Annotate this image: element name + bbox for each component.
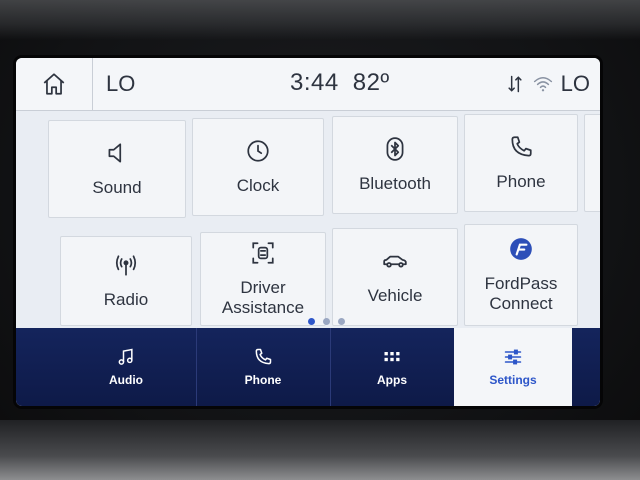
tile-partial	[584, 114, 600, 212]
nav-label: Phone	[244, 373, 282, 387]
nav-label: Apps	[377, 373, 407, 387]
bluetooth-icon	[386, 137, 404, 161]
wifi-icon	[533, 77, 552, 92]
settings-grid: Sound Clock Bluetooth Phone Radio Driver…	[16, 110, 600, 326]
outside-temperature: 82º	[352, 69, 390, 96]
tile-clock[interactable]: Clock	[192, 118, 324, 216]
page-dot-3[interactable]	[338, 318, 345, 325]
page-indicator	[308, 318, 345, 325]
apps-grid-icon	[384, 352, 400, 362]
tile-phone[interactable]: Phone	[464, 114, 578, 212]
tile-label: Clock	[236, 176, 280, 195]
nav-phone[interactable]: Phone	[196, 328, 331, 406]
tile-label: Sound	[92, 178, 142, 197]
nav-label: Audio	[109, 373, 143, 387]
clock-time: 3:44	[290, 69, 339, 96]
nav-edge	[572, 328, 600, 406]
nav-apps[interactable]: Apps	[330, 328, 455, 406]
tile-fordpass-connect[interactable]: FordPass Connect	[464, 224, 578, 326]
nav-audio[interactable]: Audio	[56, 328, 197, 406]
fordpass-icon	[510, 238, 532, 260]
tile-label: Bluetooth	[359, 174, 431, 193]
car-icon	[383, 255, 407, 268]
tile-label: FordPass Connect	[484, 274, 558, 313]
page-dot-2[interactable]	[323, 318, 330, 325]
bezel-reflection	[0, 0, 640, 40]
tile-driver-assistance[interactable]: Driver Assistance	[200, 232, 326, 326]
tile-vehicle[interactable]: Vehicle	[332, 228, 458, 326]
music-note-icon	[118, 348, 133, 365]
passenger-temperature[interactable]: LO	[561, 71, 590, 97]
driver-temperature[interactable]: LO	[106, 71, 135, 97]
dashboard-trim	[0, 420, 640, 480]
speaker-icon	[108, 143, 122, 163]
home-icon	[43, 73, 65, 95]
tile-sound[interactable]: Sound	[48, 120, 186, 218]
tile-label: Radio	[103, 290, 149, 309]
page-dot-1[interactable]	[308, 318, 315, 325]
tile-radio[interactable]: Radio	[60, 236, 192, 326]
nav-settings[interactable]: Settings	[454, 328, 572, 406]
sliders-icon	[504, 349, 522, 365]
home-button[interactable]	[16, 58, 93, 110]
sync-arrows-icon	[508, 75, 522, 93]
status-bar: LO 3:44 82º LO	[16, 58, 600, 111]
phone-icon	[255, 348, 272, 365]
clock-icon	[247, 140, 269, 162]
phone-icon	[511, 136, 532, 157]
antenna-icon	[115, 255, 137, 276]
tile-label: Phone	[496, 172, 546, 191]
nav-label: Settings	[489, 373, 537, 387]
bottom-nav-bar: Audio Phone Apps Settings	[16, 328, 600, 406]
tile-label: Vehicle	[367, 286, 423, 305]
status-right-group: LO	[505, 71, 590, 97]
tile-label: Driver Assistance	[221, 278, 305, 317]
tile-bluetooth[interactable]: Bluetooth	[332, 116, 458, 214]
infotainment-screen: LO 3:44 82º LO Sound Clock Bluetooth Pho…	[16, 58, 600, 406]
driver-assist-icon	[252, 242, 274, 264]
time-and-outside-temp: 3:44 82º	[290, 69, 404, 97]
